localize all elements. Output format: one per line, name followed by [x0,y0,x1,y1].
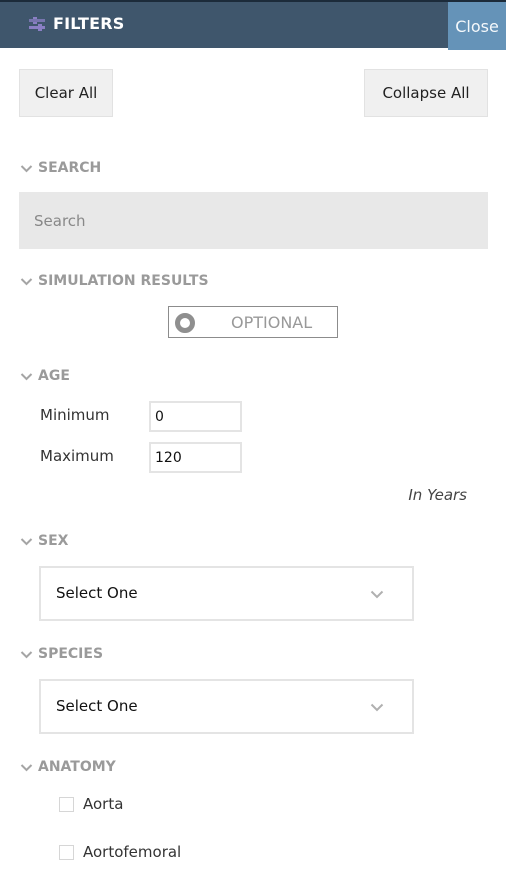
section-age-title: AGE [38,368,70,384]
chevron-down-icon [20,650,33,658]
section-sex-title: SEX [38,533,69,549]
section-species-header[interactable]: SPECIES [20,646,103,662]
species-select-value: Select One [56,697,138,715]
sex-select[interactable]: Select One [39,566,414,621]
checkbox[interactable] [59,844,74,860]
section-species-title: SPECIES [38,646,104,662]
chevron-down-icon [20,277,33,285]
section-sex-header[interactable]: SEX [20,533,68,549]
checkbox-label: Aortofemoral [83,843,182,861]
checkbox[interactable] [59,796,74,812]
chevron-down-icon [20,537,33,545]
section-simulation-results-title: SIMULATION RESULTS [38,273,209,289]
toggle-knob [175,313,195,333]
section-anatomy-title: ANATOMY [38,759,116,775]
filters-title: FILTERS [53,14,125,33]
age-minimum-input[interactable] [149,401,242,432]
simulation-results-toggle[interactable]: OPTIONAL [168,306,338,338]
collapse-all-button[interactable]: Collapse All [364,69,488,117]
sex-select-value: Select One [56,584,138,602]
chevron-down-icon [370,590,384,599]
species-select[interactable]: Select One [39,679,414,734]
chevron-down-icon [20,164,33,172]
section-search-header[interactable]: SEARCH [20,160,101,176]
chevron-down-icon [20,763,33,771]
filters-header: FILTERS Close [0,0,506,50]
age-maximum-input[interactable] [149,442,242,473]
age-maximum-label: Maximum [40,447,114,465]
anatomy-option-aortofemoral[interactable]: Aortofemoral [59,843,181,861]
section-simulation-results-header[interactable]: SIMULATION RESULTS [20,273,209,289]
section-age-header[interactable]: AGE [20,368,70,384]
checkbox-label: Aorta [83,795,124,813]
age-minimum-label: Minimum [40,406,110,424]
clear-all-button[interactable]: Clear All [19,69,113,117]
search-input[interactable] [19,192,488,249]
chevron-down-icon [370,703,384,712]
age-unit-note: In Years [408,486,467,504]
chevron-down-icon [20,372,33,380]
sliders-icon [29,17,45,31]
close-button[interactable]: Close [448,2,506,50]
section-anatomy-header[interactable]: ANATOMY [20,759,116,775]
section-search-title: SEARCH [38,160,102,176]
anatomy-option-aorta[interactable]: Aorta [59,795,123,813]
toggle-label: OPTIONAL [231,313,313,332]
